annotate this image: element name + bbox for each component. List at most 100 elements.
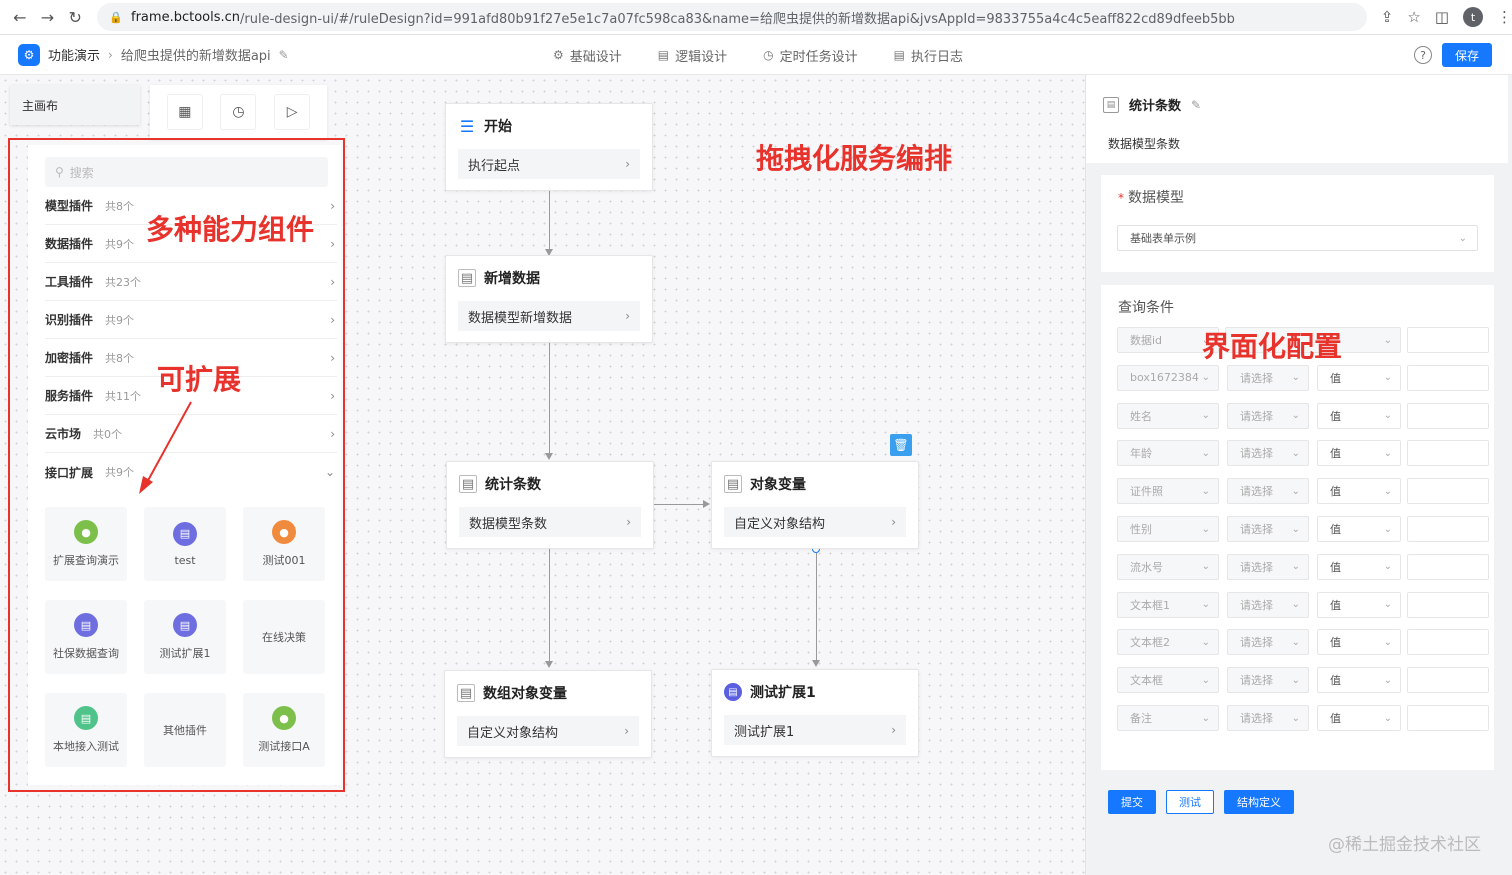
query-type-select[interactable]: 值 ⌄ bbox=[1317, 705, 1401, 731]
query-value-input[interactable] bbox=[1407, 591, 1489, 618]
edit-icon[interactable]: ✎ bbox=[279, 48, 289, 62]
extension-item[interactable]: 在线决策 bbox=[243, 600, 325, 674]
flow-node-test-extension[interactable]: ▤ 测试扩展1 测试扩展1 › bbox=[711, 669, 919, 757]
share-icon[interactable]: ⇪ bbox=[1381, 8, 1394, 26]
tab-schedule-design[interactable]: ◷ 定时任务设计 bbox=[763, 46, 858, 65]
test-button[interactable]: 测试 bbox=[1166, 790, 1214, 814]
flow-node-start[interactable]: ☰ 开始 执行起点 › bbox=[445, 103, 653, 191]
node-body[interactable]: 数据模型条数 › bbox=[459, 507, 641, 537]
query-type-select[interactable]: 值 ⌄ bbox=[1317, 516, 1401, 542]
query-value-input[interactable] bbox=[1407, 553, 1489, 580]
query-field-select[interactable]: 备注 ⌄ bbox=[1117, 705, 1219, 731]
query-value-input[interactable] bbox=[1407, 629, 1489, 656]
extension-item[interactable]: ▤ 测试扩展1 bbox=[144, 600, 226, 674]
flow-node-object-variable[interactable]: ▤ 对象变量 自定义对象结构 › bbox=[711, 461, 919, 549]
query-operator-select[interactable]: 请选择 ⌄ bbox=[1227, 591, 1309, 618]
flow-node-add-data[interactable]: ▤ 新增数据 数据模型新增数据 › bbox=[445, 255, 653, 343]
node-body[interactable]: 数据模型新增数据 › bbox=[458, 301, 640, 331]
address-bar[interactable]: 🔒 frame.bctools.cn/rule-design-ui/#/rule… bbox=[97, 3, 1367, 31]
help-icon[interactable]: ? bbox=[1414, 46, 1432, 64]
chevron-right-icon: › bbox=[625, 157, 630, 171]
query-field-select[interactable]: 文本框2 ⌄ bbox=[1117, 629, 1219, 656]
play-icon[interactable]: ▷ bbox=[274, 94, 311, 130]
connector-line bbox=[549, 342, 550, 454]
query-operator-select-value: 请选择 bbox=[1240, 485, 1273, 499]
query-field-select[interactable]: 姓名 ⌄ bbox=[1117, 402, 1219, 429]
arrow-right-icon bbox=[703, 500, 710, 508]
chevron-down-icon: ⌄ bbox=[1383, 674, 1392, 686]
extension-item[interactable]: ● 测试接口A bbox=[243, 693, 325, 767]
query-type-select[interactable]: 值 ⌄ bbox=[1317, 440, 1401, 467]
delete-icon[interactable]: 🗑 bbox=[890, 434, 912, 456]
clock-icon[interactable]: ◷ bbox=[220, 94, 257, 130]
query-value-input[interactable] bbox=[1407, 478, 1489, 505]
url-path: /rule-design-ui/#/ruleDesign?id=991afd80… bbox=[240, 11, 1235, 27]
query-value-input[interactable] bbox=[1407, 327, 1489, 353]
category-name: 模型插件 bbox=[45, 199, 94, 213]
query-type-select[interactable]: 值 ⌄ bbox=[1317, 402, 1401, 429]
extension-item[interactable]: 其他插件 bbox=[144, 693, 226, 767]
query-operator-select[interactable]: 请选择 ⌄ bbox=[1227, 516, 1309, 542]
query-value-input[interactable] bbox=[1407, 364, 1489, 391]
query-value-input[interactable] bbox=[1407, 667, 1489, 694]
model-select[interactable]: 基础表单示例 ⌄ bbox=[1117, 225, 1478, 251]
query-operator-select[interactable]: 请选择 ⌄ bbox=[1227, 478, 1309, 505]
chevron-right-icon: › bbox=[330, 350, 335, 365]
query-field-select[interactable]: 证件照 ⌄ bbox=[1117, 478, 1219, 505]
query-field-select[interactable]: 文本框1 ⌄ bbox=[1117, 591, 1219, 618]
query-value-input[interactable] bbox=[1407, 440, 1489, 467]
query-type-select[interactable]: 值 ⌄ bbox=[1317, 629, 1401, 656]
category-recognition-plugins[interactable]: 识别插件 共9个 › bbox=[45, 301, 337, 339]
structure-button[interactable]: 结构定义 bbox=[1224, 790, 1294, 814]
query-operator-select[interactable]: 请选择 ⌄ bbox=[1227, 667, 1309, 694]
star-icon[interactable]: ☆ bbox=[1407, 8, 1420, 26]
breadcrumb-app[interactable]: 功能演示 bbox=[48, 45, 100, 64]
extension-item[interactable]: ● 扩展查询演示 bbox=[45, 507, 127, 581]
node-body[interactable]: 自定义对象结构 › bbox=[724, 507, 906, 537]
query-field-select[interactable]: 文本框 ⌄ bbox=[1117, 667, 1219, 694]
query-type-select[interactable]: 值 ⌄ bbox=[1317, 478, 1401, 505]
tab-logic-design[interactable]: ▤ 逻辑设计 bbox=[658, 46, 727, 65]
node-body[interactable]: 测试扩展1 › bbox=[724, 715, 906, 745]
node-body[interactable]: 执行起点 › bbox=[458, 149, 640, 179]
query-operator-select[interactable]: 请选择 ⌄ bbox=[1227, 553, 1309, 580]
flow-node-count[interactable]: ▤ 统计条数 数据模型条数 › bbox=[446, 461, 654, 549]
query-field-select[interactable]: 年龄 ⌄ bbox=[1117, 440, 1219, 467]
query-value-input[interactable] bbox=[1407, 516, 1489, 542]
search-input[interactable]: ⚲ 搜索 bbox=[45, 157, 328, 187]
tab-basic-design[interactable]: ⚙ 基础设计 bbox=[553, 46, 622, 65]
category-tool-plugins[interactable]: 工具插件 共23个 › bbox=[45, 263, 337, 301]
extension-item[interactable]: ● 测试001 bbox=[243, 507, 325, 581]
submit-button[interactable]: 提交 bbox=[1108, 790, 1156, 814]
query-operator-select[interactable]: 请选择 ⌄ bbox=[1227, 402, 1309, 429]
query-field-select[interactable]: 性别 ⌄ bbox=[1117, 516, 1219, 542]
query-operator-select[interactable]: 请选择 ⌄ bbox=[1227, 705, 1309, 731]
query-type-select[interactable]: 值 ⌄ bbox=[1317, 553, 1401, 580]
query-value-input[interactable] bbox=[1407, 705, 1489, 731]
save-button[interactable]: 保存 bbox=[1442, 43, 1492, 67]
query-field-select[interactable]: box1672384 ⌄ bbox=[1117, 364, 1219, 391]
query-operator-select[interactable]: 请选择 ⌄ bbox=[1227, 440, 1309, 467]
forward-icon[interactable]: → bbox=[34, 3, 62, 31]
tab-main-canvas[interactable]: 主画布 bbox=[10, 85, 140, 125]
query-operator-select[interactable]: 请选择 ⌄ bbox=[1227, 364, 1309, 391]
tab-execution-log[interactable]: ▤ 执行日志 bbox=[894, 46, 963, 65]
extension-item[interactable]: ▤ 社保数据查询 bbox=[45, 600, 127, 674]
sidebar-icon[interactable]: ◫ bbox=[1435, 8, 1449, 26]
back-icon[interactable]: ← bbox=[6, 3, 34, 31]
extension-item[interactable]: ▤ test bbox=[144, 507, 226, 581]
query-value-input[interactable] bbox=[1407, 402, 1489, 429]
extension-item[interactable]: ▤ 本地接入测试 bbox=[45, 693, 127, 767]
node-body[interactable]: 自定义对象结构 › bbox=[457, 716, 639, 746]
gift-icon[interactable]: ▦ bbox=[166, 94, 203, 130]
edit-icon[interactable]: ✎ bbox=[1191, 98, 1201, 112]
query-type-select[interactable]: 值 ⌄ bbox=[1317, 591, 1401, 618]
menu-icon[interactable]: ⋮ bbox=[1497, 8, 1512, 26]
query-type-select[interactable]: 值 ⌄ bbox=[1317, 364, 1401, 391]
flow-node-array-object-variable[interactable]: ▤ 数组对象变量 自定义对象结构 › bbox=[444, 670, 652, 758]
query-type-select[interactable]: 值 ⌄ bbox=[1317, 667, 1401, 694]
query-operator-select[interactable]: 请选择 ⌄ bbox=[1227, 629, 1309, 656]
profile-avatar[interactable]: t bbox=[1463, 7, 1484, 27]
reload-icon[interactable]: ↻ bbox=[61, 3, 89, 31]
query-field-select[interactable]: 流水号 ⌄ bbox=[1117, 553, 1219, 580]
